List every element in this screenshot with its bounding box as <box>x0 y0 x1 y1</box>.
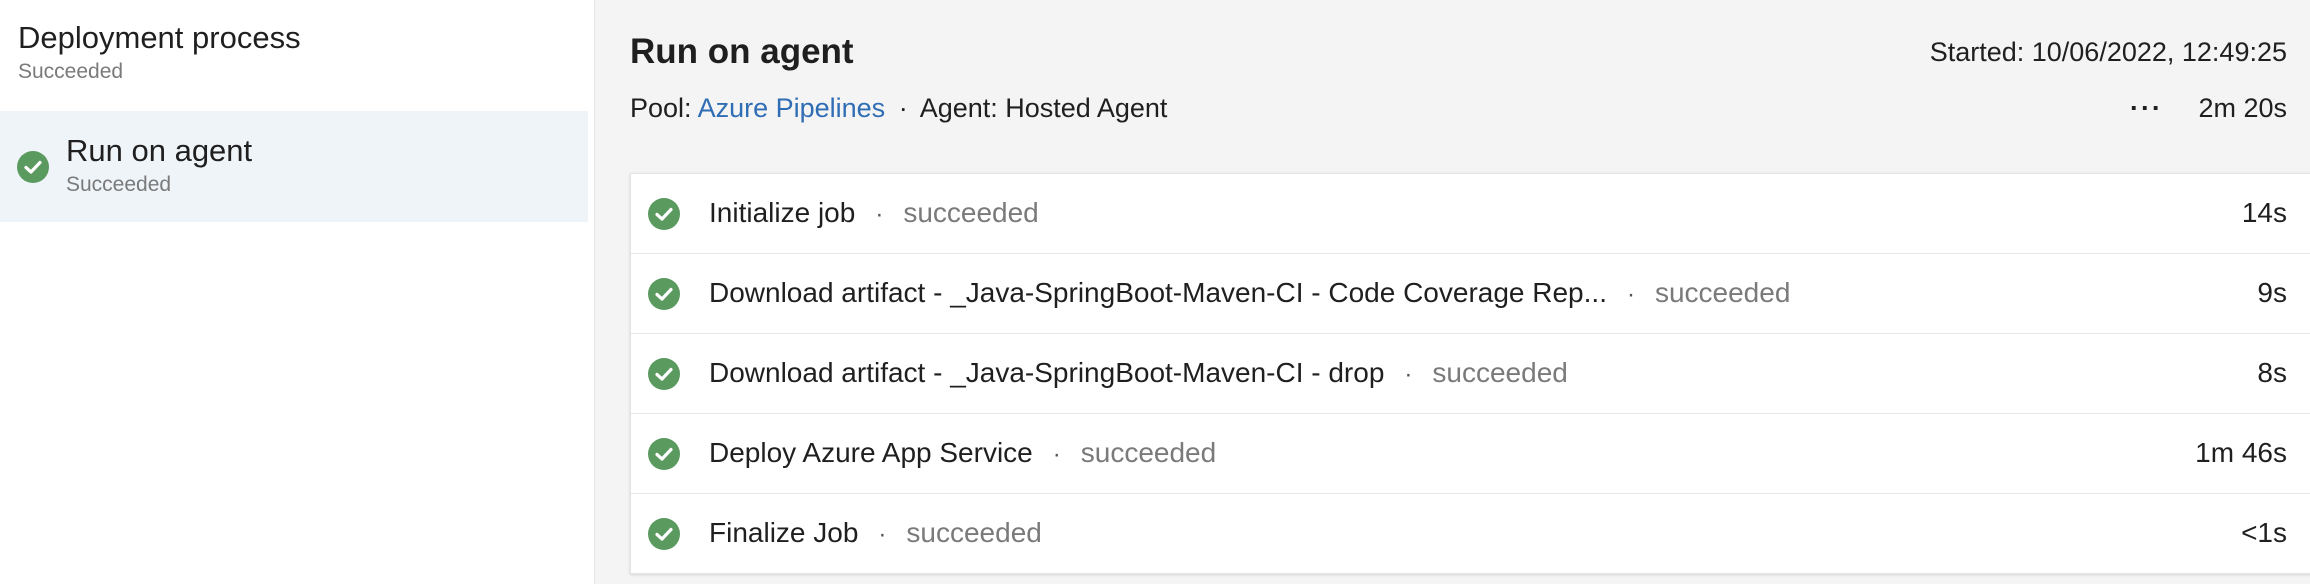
step-name: Finalize Job <box>709 517 859 548</box>
job-started-time: Started: 10/06/2022, 12:49:25 <box>1929 37 2287 67</box>
step-status: succeeded <box>903 197 1039 228</box>
step-text: Download artifact - _Java-SpringBoot-Mav… <box>709 274 1790 314</box>
step-text: Finalize Job · succeeded <box>709 514 1042 554</box>
step-text: Initialize job · succeeded <box>709 194 1039 234</box>
step-duration: 14s <box>2241 197 2287 228</box>
step-status: succeeded <box>906 517 1042 548</box>
step-row[interactable]: Download artifact - _Java-SpringBoot-Mav… <box>631 334 2310 414</box>
step-duration: 8s <box>2257 357 2287 388</box>
step-status: succeeded <box>1080 437 1217 468</box>
check-circle-icon <box>648 278 680 310</box>
steps-list: Initialize job · succeeded 14s Download arti… <box>630 173 2310 574</box>
step-name: Initialize job <box>709 197 856 228</box>
stage-text: Run on agent Succeeded <box>66 131 252 199</box>
step-row[interactable]: Initialize job · succeeded 14s <box>631 174 2310 254</box>
separator-dot: · <box>878 521 887 548</box>
step-name: Deploy Azure App Service <box>709 437 1033 468</box>
separator-dot: · <box>1626 281 1635 308</box>
job-duration: 2m 20s <box>2198 93 2287 123</box>
step-name: Download artifact - _Java-SpringBoot-Mav… <box>709 277 1607 308</box>
left-pane: Deployment process Succeeded Run on agen… <box>0 0 595 584</box>
step-duration: 1m 46s <box>2195 437 2287 468</box>
step-duration: <1s <box>2241 517 2287 548</box>
job-actions: ··· 2m 20s <box>2130 90 2287 126</box>
deployment-process-title: Deployment process <box>18 20 301 55</box>
more-actions-button[interactable]: ··· <box>2130 90 2163 126</box>
step-status: succeeded <box>1432 357 1568 388</box>
separator-dot: · <box>1052 441 1061 468</box>
check-circle-icon <box>648 518 680 550</box>
stage-status: Succeeded <box>66 173 172 196</box>
stage-item-run-on-agent[interactable]: Run on agent Succeeded <box>0 111 588 222</box>
pool-link[interactable]: Azure Pipelines <box>698 93 886 123</box>
step-text: Download artifact - _Java-SpringBoot-Mav… <box>709 354 1568 394</box>
check-circle-icon <box>648 438 680 470</box>
step-name: Download artifact - _Java-SpringBoot-Mav… <box>709 357 1385 388</box>
pool-label: Pool: <box>630 93 692 123</box>
pool-agent-line: Pool: Azure Pipelines · Agent: Hosted Ag… <box>630 90 1167 126</box>
check-circle-icon <box>648 198 680 230</box>
deployment-process-header: Deployment process Succeeded <box>18 18 301 86</box>
step-status: succeeded <box>1654 277 1791 308</box>
step-row[interactable]: Finalize Job · succeeded <1s <box>631 494 2310 573</box>
app-root: Deployment process Succeeded Run on agen… <box>0 0 2310 584</box>
separator-dot: · <box>1404 361 1413 388</box>
step-row[interactable]: Deploy Azure App Service · succeeded 1m 46s <box>631 414 2310 494</box>
step-text: Deploy Azure App Service · succeeded <box>709 434 1216 474</box>
agent-label: Agent: Hosted Agent <box>919 93 1168 123</box>
check-circle-icon <box>648 358 680 390</box>
check-circle-icon <box>17 151 49 183</box>
separator-dot: · <box>875 201 884 228</box>
separator-dot: · <box>898 93 908 123</box>
job-title: Run on agent <box>630 32 854 71</box>
step-duration: 9s <box>2257 277 2287 308</box>
step-row[interactable]: Download artifact - _Java-SpringBoot-Mav… <box>631 254 2310 334</box>
deployment-process-status: Succeeded <box>18 60 124 83</box>
job-details-pane: Run on agent Started: 10/06/2022, 12:49:… <box>595 0 2310 584</box>
stage-title: Run on agent <box>66 133 253 168</box>
